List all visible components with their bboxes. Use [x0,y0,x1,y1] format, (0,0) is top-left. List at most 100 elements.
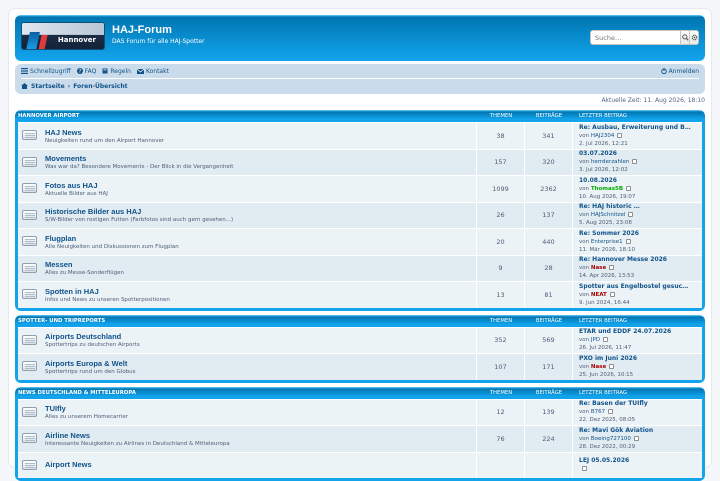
view-latest-post-icon[interactable] [603,337,608,342]
login-link[interactable]: Anmelden [661,68,699,75]
forum-text: Historische Bilder aus HAJ S/W-Bilder vo… [45,207,233,223]
last-post-title[interactable]: Re: Hannover Messe 2026 [579,256,702,264]
last-post-user[interactable]: HAJ2304 [591,133,615,139]
view-latest-post-icon[interactable] [608,409,613,414]
forum-last-post: LEJ 05.05.2026 [573,453,702,479]
view-latest-post-icon[interactable] [609,364,614,369]
forum-title[interactable]: Spotten in HAJ [45,287,170,296]
forum-topics-count: 26 [477,203,525,229]
view-latest-post-icon[interactable] [609,265,614,270]
breadcrumb-index[interactable]: Foren-Übersicht [73,83,127,90]
last-post-user[interactable]: Enterprise1 [591,239,623,245]
last-post-author-line: von JPD [579,336,702,344]
last-post-user[interactable]: NEAT [591,292,607,298]
site-logo[interactable]: Hannover [21,22,105,50]
forum-posts-count: 440 [525,229,573,255]
forum-text: Airports Deutschland Spottertrips zu deu… [45,332,140,348]
last-post-user[interactable]: Thomas5B [591,186,623,192]
view-latest-post-icon[interactable] [610,292,615,297]
forum-topics-count: 38 [477,123,525,149]
forum-text: HAJ News Neuigkeiten rund um den Airport… [45,128,164,144]
last-post-date: 2. Jul 2026, 12:21 [579,140,702,148]
last-post-date: 11. Mär 2026, 18:10 [579,246,702,254]
last-post-title[interactable]: LEJ 05.05.2026 [579,457,702,465]
forum-last-post: PXO im Juni 2026 von Nase 25. Jun 2026, … [573,354,702,380]
breadcrumb-home[interactable]: Startseite [31,83,65,90]
last-post-user[interactable]: Nase [591,364,606,370]
forum-last-post: Spotter aus Engelbostel gesuc… von NEAT … [573,282,702,308]
last-post-user[interactable]: Nase [591,265,606,271]
last-post-title[interactable]: Re: HAJ historic … [579,203,702,211]
forum-list: HANNOVER AIRPORT THEMEN BEITRÄGE LETZTER… [15,110,705,481]
forum-read-icon [22,288,40,301]
last-post-title[interactable]: Spotter aus Engelbostel gesuc… [579,283,702,291]
nav-links: Schnellzugriff ? FAQ Regeln Kontakt Anme… [21,64,699,79]
forum-title[interactable]: Flugplan [45,234,179,243]
column-last-post: LETZTER BEITRAG [573,318,702,324]
view-latest-post-icon[interactable] [626,186,631,191]
last-post-title[interactable]: Re: Mavi Gök Aviation [579,427,702,435]
category-name[interactable]: SPOTTER- UND TRIPREPORTS [18,318,477,324]
last-post-title[interactable]: 10.08.2026 [579,177,702,185]
last-post-title[interactable]: Re: Sommer 2026 [579,230,702,238]
last-post-title[interactable]: Re: Ausbau, Erweiterung und B… [579,124,702,132]
forum-title[interactable]: Movements [45,154,233,163]
current-time: Aktuelle Zeit: 11. Aug 2026, 18:10 [15,97,705,106]
forum-title[interactable]: Airports Deutschland [45,332,140,341]
last-post-title[interactable]: Re: Basen der TUIfly [579,400,702,408]
question-icon: ? [77,68,83,74]
forum-main: Airports Deutschland Spottertrips zu deu… [18,328,477,354]
last-post-user[interactable]: herrderzahlen [591,159,629,165]
last-post-title[interactable]: ETAR und EDDF 24.07.2026 [579,328,702,336]
contact-link[interactable]: Kontakt [137,68,169,75]
forum-title[interactable]: TUIfly [45,404,128,413]
search-button[interactable] [680,31,689,44]
last-post-user[interactable]: B767 [591,409,605,415]
forum-topics-count: 12 [477,400,525,426]
view-latest-post-icon[interactable] [632,159,637,164]
view-latest-post-icon[interactable] [617,133,622,138]
last-post-author-line: von herrderzahlen [579,158,702,166]
forum-category: NEWS DEUTSCHLAND & MITTELEUROPA THEMEN B… [15,387,705,481]
forum-title[interactable]: Historische Bilder aus HAJ [45,207,233,216]
forum-title[interactable]: Airports Europa & Welt [45,359,136,368]
forum-main: Airports Europa & Welt Spottertrips rund… [18,354,477,380]
forum-title[interactable]: HAJ News [45,128,164,137]
last-post-by: von [579,337,589,343]
last-post-user[interactable]: Boeing727100 [591,436,631,442]
forum-description: Neuigkeiten rund um den Airport Hannover [45,138,164,144]
forum-last-post: Re: Ausbau, Erweiterung und B… von HAJ23… [573,123,702,149]
rules-link[interactable]: Regeln [102,68,131,75]
forum-title[interactable]: Airport News [45,460,92,469]
forum-title[interactable]: Airline News [45,431,230,440]
last-post-by: von [579,212,589,218]
view-latest-post-icon[interactable] [628,212,633,217]
category-name[interactable]: HANNOVER AIRPORT [18,113,477,119]
forum-topics-count: 352 [477,328,525,354]
site-title[interactable]: HAJ-Forum [112,24,172,36]
forum-last-post: 10.08.2026 von Thomas5B 10. Aug 2026, 19… [573,176,702,202]
quick-access-menu[interactable]: Schnellzugriff [21,68,71,75]
advanced-search-button[interactable] [689,31,698,44]
last-post-title[interactable]: PXO im Juni 2026 [579,355,702,363]
column-topics: THEMEN [477,318,525,324]
view-latest-post-icon[interactable] [634,436,639,441]
forum-description: Aktuelle Bilder aus HAJ [45,191,108,197]
faq-link[interactable]: ? FAQ [77,68,97,75]
forum-title[interactable]: Messen [45,260,124,269]
last-post-user[interactable]: JPD [591,337,600,343]
category-header: SPOTTER- UND TRIPREPORTS THEMEN BEITRÄGE… [18,315,702,327]
search-input[interactable] [591,31,680,44]
last-post-user[interactable]: HAJSchnitzel [591,212,626,218]
forum-topics-count: 1099 [477,176,525,202]
last-post-date: 3. Jul 2026, 12:02 [579,166,702,174]
forum-row: Historische Bilder aus HAJ S/W-Bilder vo… [18,202,702,229]
last-post-date: 5. Aug 2025, 23:08 [579,219,702,227]
forum-title[interactable]: Fotos aus HAJ [45,181,108,190]
power-icon [661,68,667,74]
forum-description: Spottertrips rund um den Globus [45,369,136,375]
last-post-title[interactable]: 03.07.2026 [579,150,702,158]
view-latest-post-icon[interactable] [626,239,631,244]
category-name[interactable]: NEWS DEUTSCHLAND & MITTELEUROPA [18,390,477,396]
view-latest-post-icon[interactable] [582,466,587,471]
